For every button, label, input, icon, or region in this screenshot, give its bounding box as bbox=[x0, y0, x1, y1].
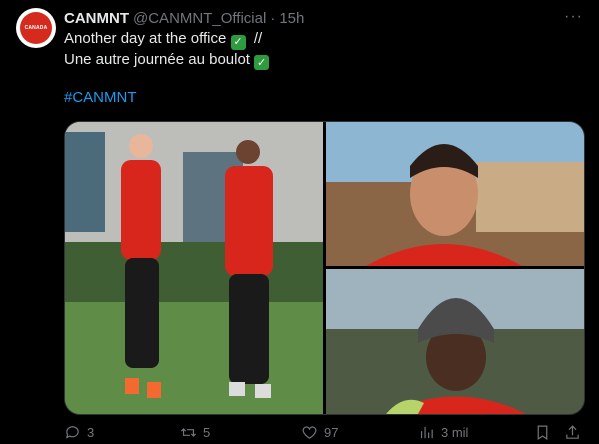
avatar[interactable]: CANADA bbox=[16, 8, 56, 48]
check-mark-icon: ✓ bbox=[230, 34, 246, 50]
check-mark-icon: ✓ bbox=[254, 55, 270, 70]
reply-count: 3 bbox=[87, 425, 95, 440]
media-grid bbox=[64, 121, 585, 415]
photo-two-players-walking[interactable] bbox=[65, 122, 323, 414]
photo-player-portrait[interactable] bbox=[326, 122, 584, 266]
photo-illustration bbox=[326, 269, 584, 414]
photo-illustration bbox=[65, 122, 323, 414]
repost-icon bbox=[180, 428, 197, 437]
tweet-header: CANMNT @CANMNT_Official · 15h ··· bbox=[64, 8, 583, 28]
tweet-line-2: Une autre journée au boulot ✓ bbox=[64, 50, 270, 70]
reply-icon bbox=[65, 426, 79, 439]
share-button[interactable] bbox=[564, 424, 581, 441]
photo-illustration bbox=[326, 122, 584, 266]
views-button[interactable]: 3 mil bbox=[418, 424, 468, 441]
heart-icon bbox=[302, 426, 317, 439]
tweet-actions: 3 5 97 3 mil bbox=[64, 424, 587, 444]
bookmark-button[interactable] bbox=[534, 424, 551, 441]
repost-button[interactable]: 5 bbox=[180, 424, 210, 441]
views-count: 3 mil bbox=[441, 425, 469, 440]
tweet-line-1-text: Another day at the office bbox=[64, 30, 227, 47]
canada-soccer-logo: CANADA bbox=[20, 12, 52, 44]
author-name[interactable]: CANMNT bbox=[64, 10, 129, 27]
reply-button[interactable]: 3 bbox=[64, 424, 94, 441]
line-separator: // bbox=[253, 30, 263, 47]
views-chart-icon bbox=[420, 426, 433, 439]
timestamp[interactable]: 15h bbox=[279, 10, 304, 27]
tweet-line-1: Another day at the office ✓ // bbox=[64, 29, 269, 50]
separator-dot: · bbox=[270, 9, 276, 27]
bookmark-icon bbox=[537, 425, 548, 441]
like-button[interactable]: 97 bbox=[301, 424, 338, 441]
like-count: 97 bbox=[324, 425, 339, 440]
tweet-line-2-text: Une autre journée au boulot bbox=[64, 50, 250, 68]
repost-count: 5 bbox=[203, 425, 211, 440]
share-icon bbox=[566, 425, 579, 439]
author-handle[interactable]: @CANMNT_Official bbox=[133, 10, 266, 27]
avatar-logo-text: CANADA bbox=[24, 25, 48, 31]
hashtag-link[interactable]: #CANMNT bbox=[64, 89, 137, 106]
more-options-icon[interactable]: ··· bbox=[564, 8, 583, 26]
tweet-text: Another day at the office ✓ // Une autre… bbox=[64, 29, 270, 70]
photo-player-beanie[interactable] bbox=[326, 269, 584, 414]
